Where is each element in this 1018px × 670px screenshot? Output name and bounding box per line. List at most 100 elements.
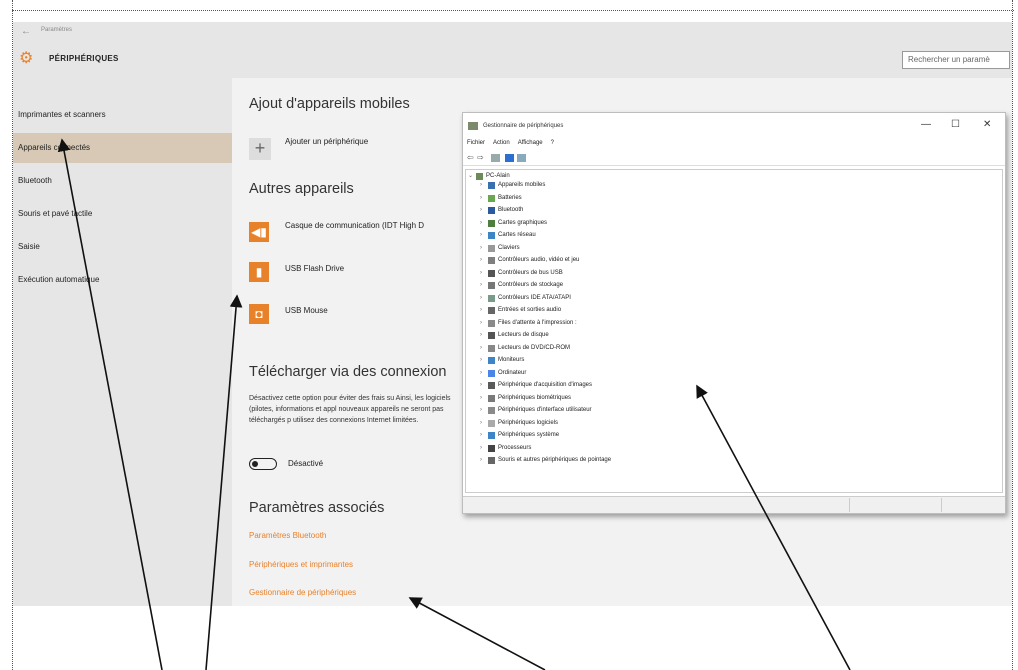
tree-category-label: Appareils mobiles <box>498 182 546 188</box>
device-category-icon <box>488 182 495 189</box>
device-label-mouse[interactable]: USB Mouse <box>285 306 328 315</box>
expand-icon[interactable]: › <box>480 306 486 315</box>
tree-category-label: Contrôleurs audio, vidéo et jeu <box>498 257 580 263</box>
page-title: PÉRIPHÉRIQUES <box>49 54 119 63</box>
sidebar-nav: Imprimantes et scanners Appareils connec… <box>13 78 232 606</box>
tree-category-label: Contrôleurs de stockage <box>498 282 564 288</box>
expand-icon[interactable]: › <box>480 219 486 228</box>
expand-icon[interactable]: › <box>480 244 486 253</box>
expand-icon[interactable]: › <box>480 206 486 215</box>
device-manager-titlebar: Gestionnaire de périphériques — ☐ ✕ <box>463 113 1005 137</box>
sidebar-item-printers[interactable]: Imprimantes et scanners <box>13 100 232 130</box>
device-category-icon <box>488 307 495 314</box>
expand-icon[interactable]: › <box>480 419 486 428</box>
device-category-icon <box>488 257 495 264</box>
menu-action[interactable]: Action <box>493 140 510 146</box>
expand-icon[interactable]: › <box>480 256 486 265</box>
minimize-button[interactable]: — <box>921 119 931 130</box>
device-tile-mouse[interactable]: ◘ <box>249 304 269 324</box>
forward-icon[interactable]: ⇨ <box>477 154 486 162</box>
device-tile-usb-drive[interactable]: ▮ <box>249 262 269 282</box>
tree-category-label: Périphériques système <box>498 432 560 438</box>
arrow-to-device-manager-link <box>408 597 546 670</box>
add-device-label[interactable]: Ajouter un périphérique <box>285 137 368 146</box>
expand-icon[interactable]: › <box>480 231 486 240</box>
link-devices-printers[interactable]: Périphériques et imprimantes <box>249 560 353 569</box>
back-icon[interactable]: ⇦ <box>467 154 476 162</box>
device-category-icon <box>488 369 495 377</box>
device-category-icon <box>488 319 495 327</box>
maximize-button[interactable]: ☐ <box>951 119 960 130</box>
section-title-add-mobile: Ajout d'appareils mobiles <box>249 96 410 112</box>
tree-root-label: PC-Alain <box>486 173 510 179</box>
tree-category-label: Périphériques d'interface utilisateur <box>498 407 592 413</box>
gear-icon: ⚙ <box>19 50 34 67</box>
device-category-icon <box>488 194 495 202</box>
sidebar-item-autoplay[interactable]: Exécution automatique <box>13 265 232 295</box>
expand-icon[interactable]: › <box>480 369 486 378</box>
device-category-icon <box>488 219 495 227</box>
expand-icon[interactable]: › <box>480 319 486 328</box>
tree-category-label: Périphériques logiciels <box>498 419 559 426</box>
tree-category-label: Lecteurs de DVD/CD-ROM <box>498 344 571 351</box>
sidebar-item-mouse-touchpad[interactable]: Souris et pavé tactile <box>13 199 232 229</box>
sidebar-item-typing[interactable]: Saisie <box>13 232 232 262</box>
menu-file[interactable]: Fichier <box>467 140 485 146</box>
properties-icon[interactable] <box>491 154 500 162</box>
tree-category-label: Moniteurs <box>498 357 525 363</box>
device-category-icon <box>488 332 495 339</box>
help-icon[interactable] <box>505 154 514 162</box>
search-input[interactable]: Rechercher un paramè <box>902 51 1010 69</box>
menu-view[interactable]: Affichage <box>518 140 543 146</box>
expand-icon[interactable]: › <box>480 444 486 453</box>
expand-icon[interactable]: › <box>480 294 486 303</box>
menu-help[interactable]: ? <box>551 140 554 146</box>
device-tile-headset[interactable]: ◀▮ <box>249 222 269 242</box>
back-arrow-icon[interactable]: ← <box>21 26 31 37</box>
tree-category-label: Claviers <box>498 244 520 251</box>
expand-icon[interactable]: › <box>480 269 486 278</box>
device-category-icon <box>488 269 495 277</box>
section-title-related: Paramètres associés <box>249 500 385 516</box>
app-title: Paramètres <box>41 27 73 33</box>
expand-icon[interactable]: › <box>480 194 486 203</box>
expand-icon[interactable]: › <box>480 344 486 353</box>
device-manager-icon <box>468 122 478 130</box>
add-device-button[interactable]: + <box>249 138 271 160</box>
device-label-usb-drive[interactable]: USB Flash Drive <box>285 264 344 273</box>
section-title-metered: Télécharger via des connexion <box>249 364 447 380</box>
link-bluetooth-settings[interactable]: Paramètres Bluetooth <box>249 531 326 540</box>
tree-category-label: Processeurs <box>498 444 532 451</box>
view-icon[interactable] <box>517 154 526 162</box>
expand-icon[interactable]: › <box>480 456 486 465</box>
device-category-icon <box>488 357 495 364</box>
speaker-icon: ◀▮ <box>251 225 267 239</box>
close-button[interactable]: ✕ <box>983 119 991 130</box>
link-device-manager[interactable]: Gestionnaire de périphériques <box>249 588 356 597</box>
tree-category-label: Ordinateur <box>498 369 527 376</box>
expand-icon[interactable]: › <box>480 281 486 290</box>
usb-drive-icon: ▮ <box>255 265 263 279</box>
collapse-icon[interactable]: ⌄ <box>468 172 474 181</box>
tree-category-label: Lecteurs de disque <box>498 332 549 338</box>
sidebar-item-bluetooth[interactable]: Bluetooth <box>13 166 232 196</box>
device-category-icon <box>488 394 495 402</box>
expand-icon[interactable]: › <box>480 381 486 390</box>
device-category-icon <box>488 294 495 302</box>
tree-category-label: Cartes graphiques <box>498 219 548 226</box>
sidebar-item-connected-devices[interactable]: Appareils connectés <box>13 133 232 163</box>
device-manager-toolbar: ⇦ ⇨ <box>463 151 1005 166</box>
expand-icon[interactable]: › <box>480 394 486 403</box>
expand-icon[interactable]: › <box>480 356 486 365</box>
device-category-icon <box>488 344 495 352</box>
device-manager-menubar: Fichier Action Affichage? <box>467 140 562 146</box>
device-label-headset[interactable]: Casque de communication (IDT High D <box>285 221 424 230</box>
expand-icon[interactable]: › <box>480 406 486 415</box>
expand-icon[interactable]: › <box>480 181 486 190</box>
metered-toggle[interactable] <box>249 458 277 470</box>
expand-icon[interactable]: › <box>480 331 486 340</box>
toggle-state-label: Désactivé <box>288 459 324 468</box>
device-category-icon <box>488 244 495 252</box>
expand-icon[interactable]: › <box>480 431 486 440</box>
device-category-icon <box>488 207 495 214</box>
